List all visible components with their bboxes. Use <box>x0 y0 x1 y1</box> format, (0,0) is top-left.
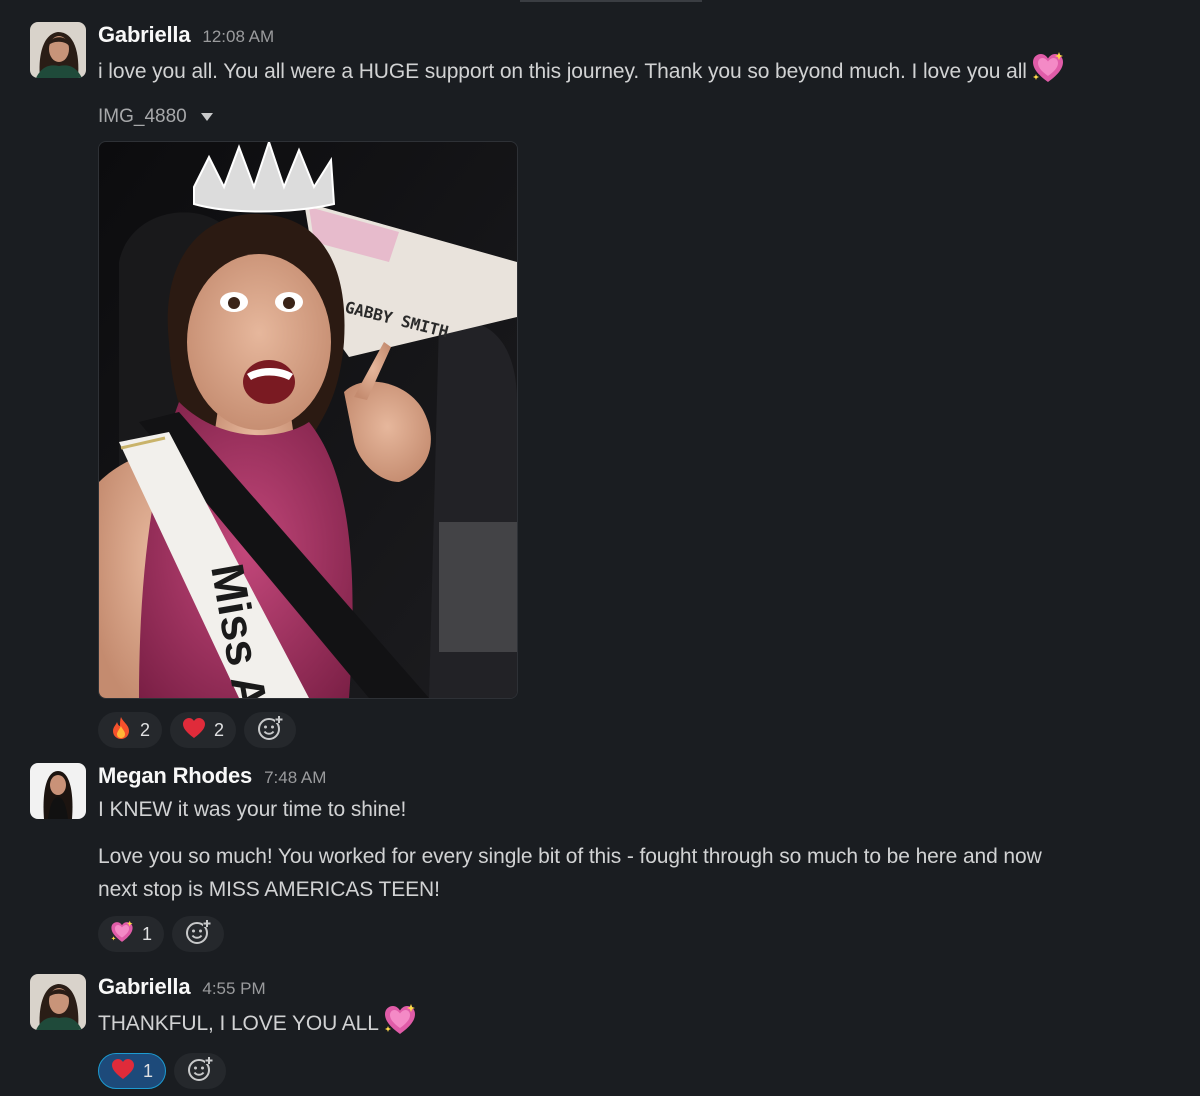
red-heart-icon <box>111 1058 135 1085</box>
reaction-heart[interactable]: 1 <box>98 1053 167 1089</box>
add-emoji-icon <box>257 714 284 746</box>
fire-icon <box>110 716 132 745</box>
attached-photo[interactable]: GABBY SMITH Miss A <box>98 141 518 699</box>
timestamp[interactable]: 4:55 PM <box>202 979 265 999</box>
message-text-line: Love you so much! You worked for every s… <box>98 845 1042 868</box>
message-text-line: next stop is MISS AMERICAS TEEN! <box>98 878 440 901</box>
add-emoji-icon <box>187 1055 214 1087</box>
sparkling-heart-icon <box>1031 52 1065 94</box>
timestamp[interactable]: 12:08 AM <box>202 27 274 47</box>
avatar[interactable] <box>30 974 86 1030</box>
attachment-name: IMG_4880 <box>98 106 187 127</box>
top-divider <box>520 0 702 2</box>
add-reaction-button[interactable] <box>174 1053 227 1089</box>
reaction-count: 2 <box>140 719 151 740</box>
message-text: i love you all. You all were a HUGE supp… <box>98 60 1027 83</box>
reaction-count: 1 <box>142 923 153 944</box>
add-reaction-button[interactable] <box>172 916 225 952</box>
caret-down-icon[interactable] <box>200 113 213 121</box>
reaction-count: 2 <box>214 719 225 740</box>
avatar[interactable] <box>30 22 86 78</box>
reaction-sparkling-heart[interactable]: 1 <box>98 916 165 952</box>
timestamp[interactable]: 7:48 AM <box>264 768 326 788</box>
avatar[interactable] <box>30 763 86 819</box>
author-name[interactable]: Gabriella <box>98 22 191 48</box>
reaction-heart[interactable]: 2 <box>170 712 237 748</box>
sparkling-heart-icon <box>110 920 134 949</box>
message-text: I KNEW it was your time to shine! <box>98 798 407 821</box>
red-heart-icon <box>182 717 206 744</box>
add-reaction-button[interactable] <box>244 712 297 748</box>
sparkling-heart-icon <box>383 1004 417 1046</box>
author-name[interactable]: Megan Rhodes <box>98 763 252 789</box>
attachment-toggle[interactable]: IMG_4880 <box>98 102 1170 132</box>
add-emoji-icon <box>185 918 212 950</box>
author-name[interactable]: Gabriella <box>98 974 191 1000</box>
reaction-fire[interactable]: 2 <box>98 712 163 748</box>
reaction-count: 1 <box>143 1060 154 1081</box>
message-text: THANKFUL, I LOVE YOU ALL <box>98 1012 379 1035</box>
